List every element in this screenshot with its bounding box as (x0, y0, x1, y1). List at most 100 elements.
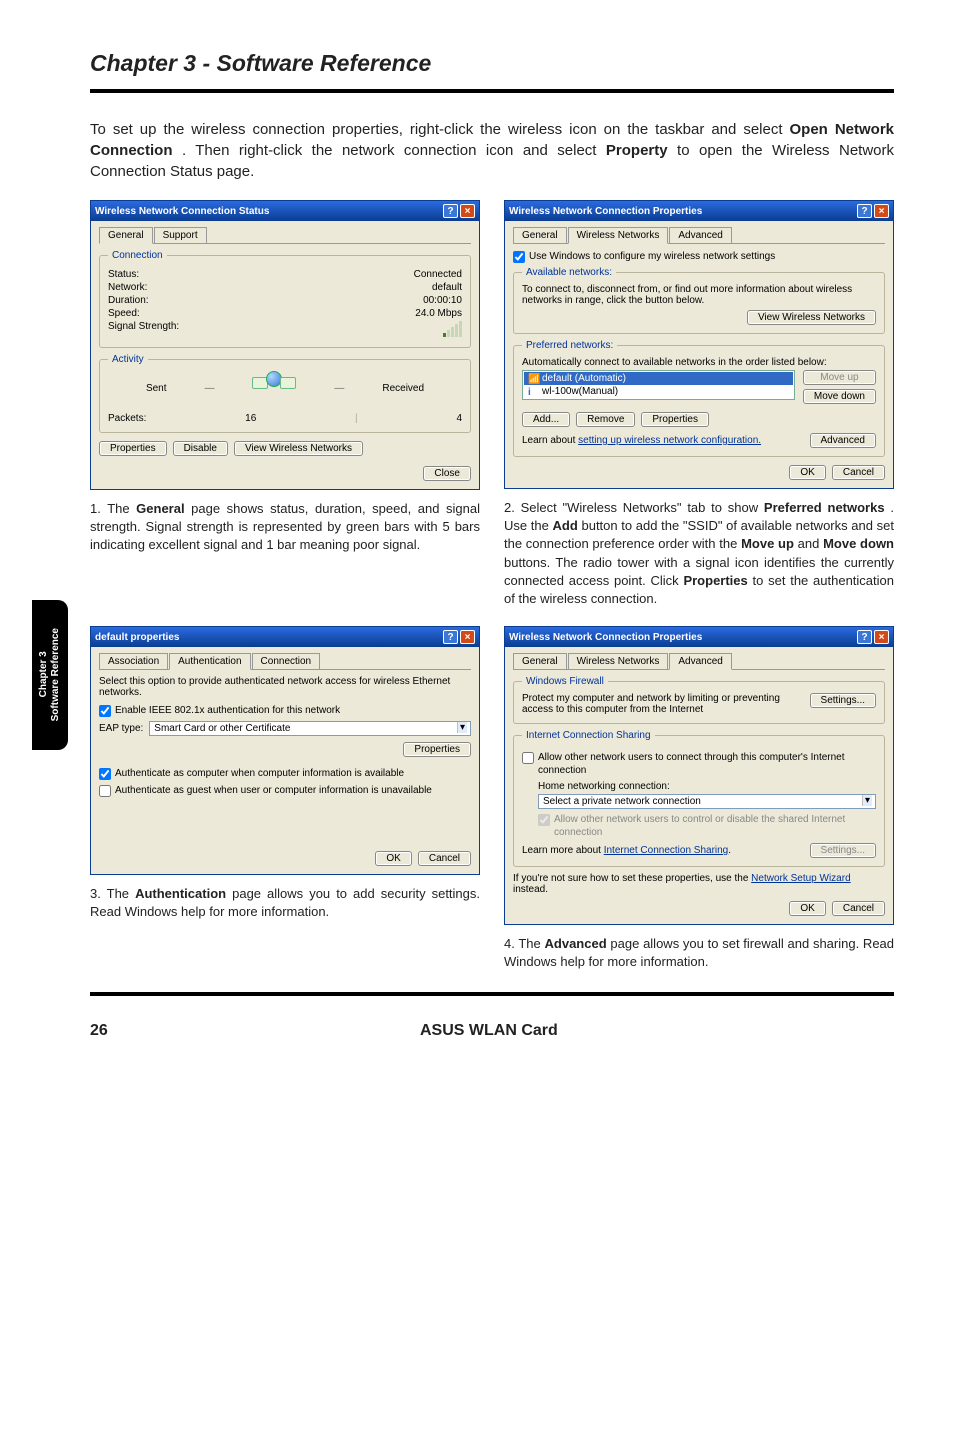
eap-properties-button[interactable]: Properties (403, 742, 471, 757)
tab-wireless-networks[interactable]: Wireless Networks (568, 227, 669, 244)
footer-product: ASUS WLAN Card (420, 1022, 558, 1040)
use-windows-checkbox[interactable]: Use Windows to configure my wireless net… (513, 250, 885, 263)
help-icon[interactable]: ? (443, 630, 458, 644)
default-properties-dialog: default properties ? × Association Authe… (90, 626, 480, 875)
tab-advanced[interactable]: Advanced (669, 227, 731, 243)
info-icon: i (528, 387, 538, 397)
caption-2: 2. Select "Wireless Networks" tab to sho… (504, 499, 894, 608)
caption-4: 4. The Advanced page allows you to set f… (504, 935, 894, 971)
advanced-button[interactable]: Advanced (810, 433, 876, 448)
close-icon[interactable]: × (460, 204, 475, 218)
tab-wireless-networks[interactable]: Wireless Networks (568, 653, 669, 669)
tab-advanced[interactable]: Advanced (669, 653, 731, 670)
title-rule (90, 89, 894, 93)
page-title: Chapter 3 - Software Reference (90, 50, 894, 77)
auth-desc: Select this option to provide authentica… (99, 676, 471, 698)
ics-settings-button: Settings... (810, 843, 876, 858)
firewall-group: Windows Firewall Protect my computer and… (513, 676, 885, 724)
tab-general[interactable]: General (513, 653, 567, 669)
properties-button[interactable]: Properties (641, 412, 709, 427)
dialog-title: Wireless Network Connection Properties (509, 206, 702, 217)
preferred-legend: Preferred networks: (522, 340, 617, 351)
close-icon[interactable]: × (874, 630, 889, 644)
close-button[interactable]: Close (423, 466, 471, 481)
ics-learn-link[interactable]: Internet Connection Sharing (604, 845, 729, 856)
tab-connection[interactable]: Connection (252, 653, 321, 669)
packets-received: 4 (456, 413, 462, 424)
titlebar[interactable]: Wireless Network Connection Properties ?… (505, 201, 893, 221)
connection-legend: Connection (108, 250, 167, 261)
preferred-networks-group: Preferred networks: Automatically connec… (513, 340, 885, 457)
available-networks-group: Available networks: To connect to, disco… (513, 267, 885, 334)
activity-group: Activity Sent — — Received (99, 354, 471, 433)
ok-button[interactable]: OK (375, 851, 411, 866)
tabstrip: Association Authentication Connection (99, 653, 471, 670)
ok-button[interactable]: OK (789, 901, 825, 916)
add-button[interactable]: Add... (522, 412, 570, 427)
ics-allow-checkbox[interactable]: Allow other network users to connect thr… (522, 751, 876, 777)
caption-3: 3. The Authentication page allows you to… (90, 885, 480, 921)
tab-general[interactable]: General (99, 227, 153, 244)
disable-button[interactable]: Disable (173, 441, 228, 456)
firewall-settings-button[interactable]: Settings... (810, 693, 876, 708)
network-value: default (432, 282, 462, 293)
network-wizard-link[interactable]: Network Setup Wizard (751, 873, 850, 884)
list-item[interactable]: i wl-100w(Manual) (524, 385, 793, 398)
auth-as-computer-checkbox[interactable]: Authenticate as computer when computer i… (99, 767, 471, 780)
help-icon[interactable]: ? (857, 204, 872, 218)
cancel-button[interactable]: Cancel (418, 851, 471, 866)
status-value: Connected (414, 269, 462, 280)
intro-paragraph: To set up the wireless connection proper… (90, 119, 894, 182)
home-connection-label: Home networking connection: (538, 781, 876, 792)
close-icon[interactable]: × (874, 204, 889, 218)
cancel-button[interactable]: Cancel (832, 901, 885, 916)
help-icon[interactable]: ? (443, 204, 458, 218)
preferred-list[interactable]: 📶 default (Automatic) i wl-100w(Manual) (522, 370, 795, 400)
ok-button[interactable]: OK (789, 465, 825, 480)
ics-control-checkbox: Allow other network users to control or … (538, 813, 876, 839)
eap-type-select[interactable]: Smart Card or other Certificate (149, 721, 471, 736)
titlebar[interactable]: Wireless Network Connection Status ? × (91, 201, 479, 221)
tabstrip: General Wireless Networks Advanced (513, 653, 885, 670)
cancel-button[interactable]: Cancel (832, 465, 885, 480)
ics-legend: Internet Connection Sharing (522, 730, 655, 741)
tab-association[interactable]: Association (99, 653, 168, 669)
ics-group: Internet Connection Sharing Allow other … (513, 730, 885, 867)
help-icon[interactable]: ? (857, 630, 872, 644)
view-wireless-networks-button[interactable]: View Wireless Networks (747, 310, 876, 325)
remove-button[interactable]: Remove (576, 412, 635, 427)
close-icon[interactable]: × (460, 630, 475, 644)
wlan-properties-dialog: Wireless Network Connection Properties ?… (504, 200, 894, 489)
signal-strength-icon (443, 321, 462, 337)
speed-value: 24.0 Mbps (415, 308, 462, 319)
tabstrip: General Support (99, 227, 471, 244)
dialog-title: Wireless Network Connection Status (95, 206, 269, 217)
activity-icon (252, 371, 296, 405)
home-connection-select[interactable]: Select a private network connection (538, 794, 876, 809)
available-legend: Available networks: (522, 267, 616, 278)
wlan-advanced-dialog: Wireless Network Connection Properties ?… (504, 626, 894, 925)
caption-1: 1. The General page shows status, durati… (90, 500, 480, 555)
tabstrip: General Wireless Networks Advanced (513, 227, 885, 244)
learn-link[interactable]: setting up wireless network configuratio… (578, 435, 761, 446)
tab-authentication[interactable]: Authentication (169, 653, 250, 670)
tab-general[interactable]: General (513, 227, 567, 243)
move-up-button[interactable]: Move up (803, 370, 876, 385)
connection-group: Connection Status:Connected Network:defa… (99, 250, 471, 348)
firewall-legend: Windows Firewall (522, 676, 608, 687)
view-networks-button[interactable]: View Wireless Networks (234, 441, 363, 456)
auth-as-guest-checkbox[interactable]: Authenticate as guest when user or compu… (99, 784, 471, 797)
page-number: 26 (90, 1022, 108, 1040)
tab-support[interactable]: Support (154, 227, 207, 243)
properties-button[interactable]: Properties (99, 441, 167, 456)
dialog-title: Wireless Network Connection Properties (509, 632, 702, 643)
move-down-button[interactable]: Move down (803, 389, 876, 404)
packets-sent: 16 (245, 413, 256, 424)
list-item[interactable]: 📶 default (Automatic) (524, 372, 793, 385)
activity-legend: Activity (108, 354, 148, 365)
tower-icon: 📶 (528, 374, 538, 384)
titlebar[interactable]: Wireless Network Connection Properties ?… (505, 627, 893, 647)
enable-8021x-checkbox[interactable]: Enable IEEE 802.1x authentication for th… (99, 704, 471, 717)
eap-type-label: EAP type: (99, 723, 143, 734)
titlebar[interactable]: default properties ? × (91, 627, 479, 647)
